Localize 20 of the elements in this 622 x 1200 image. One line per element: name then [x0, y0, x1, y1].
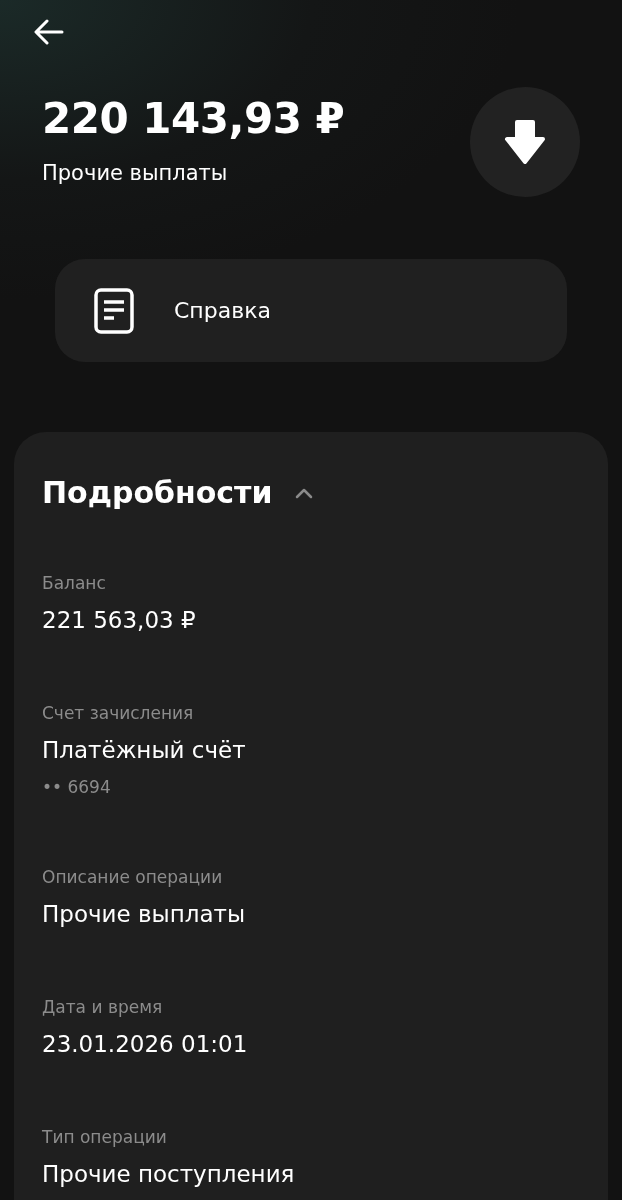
chevron-icon[interactable] [294, 487, 313, 499]
field-label: Тип операции [42, 1126, 168, 1149]
field-label: Описание операции [42, 866, 224, 889]
field-value: Прочие поступления [42, 1160, 296, 1189]
operation-title: Прочие выплаты [42, 160, 229, 187]
field-label: Счет зачисления [42, 702, 195, 725]
field-label: Баланс [42, 572, 107, 595]
back-arrow-icon [34, 19, 64, 45]
certificate-button[interactable]: Справка [55, 259, 567, 362]
account-number: •• 6694 [42, 776, 112, 799]
field-value: Платёжный счёт [42, 736, 247, 765]
field-value: 221 563,03 ₽ [42, 606, 197, 635]
amount: 220 143,93 ₽ [42, 93, 345, 145]
details-title: Подробности [42, 474, 273, 512]
field-value: Прочие выплаты [42, 900, 247, 929]
back-button[interactable] [34, 19, 64, 45]
field-value: 23.01.2026 01:01 [42, 1030, 249, 1059]
download-arrow-icon [504, 119, 546, 165]
field-label: Дата и время [42, 996, 164, 1019]
document-icon [94, 287, 134, 334]
